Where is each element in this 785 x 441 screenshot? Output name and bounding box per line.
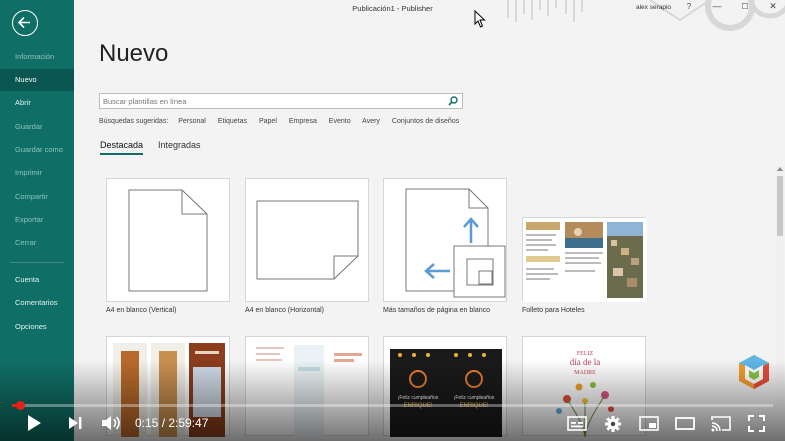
hotel-brochure-thumbnail [523,218,647,302]
sidebar-item-imprimir[interactable]: Imprimir [0,162,74,184]
blank-page-portrait-icon [128,189,208,292]
suggested-link-avery[interactable]: Avery [362,118,380,125]
scroll-up-arrow[interactable] [777,167,783,171]
suggested-label: Búsquedas sugeridas: [99,118,169,125]
suggested-link-papel[interactable]: Papel [259,118,277,125]
template-folleto-hoteles[interactable] [522,217,647,302]
sidebar-item-compartir[interactable]: Compartir [0,186,74,208]
sidebar-item-guardar-como[interactable]: Guardar como [0,139,74,161]
page-sizes-icon [405,188,506,298]
close-button[interactable]: ✕ [766,1,780,12]
sidebar-item-informacion[interactable]: Información [0,46,74,68]
sidebar-item-cuenta[interactable]: Cuenta [0,269,74,291]
suggested-link-empresa[interactable]: Empresa [289,118,317,125]
suggested-link-etiquetas[interactable]: Etiquetas [218,118,247,125]
back-button[interactable] [12,10,38,36]
sidebar-item-abrir[interactable]: Abrir [0,92,74,114]
template-search-box[interactable] [99,93,463,109]
volume-icon[interactable] [101,415,123,431]
sidebar-item-guardar[interactable]: Guardar [0,116,74,138]
sidebar-item-nuevo[interactable]: Nuevo [0,69,74,91]
tab-destacada[interactable]: Destacada [100,140,144,155]
template-a4-vertical[interactable] [106,178,230,302]
search-icon[interactable] [448,96,458,106]
suggested-link-conjuntos[interactable]: Conjuntos de diseños [392,118,459,125]
play-icon[interactable] [26,414,42,432]
theater-mode-icon[interactable] [675,417,695,430]
publisher-window: Información Nuevo Abrir Guardar Guardar … [0,0,785,441]
sidebar-item-comentarios[interactable]: Comentarios [0,292,74,314]
mouse-cursor-icon [474,10,486,28]
subtitles-icon[interactable] [567,416,587,431]
sidebar-divider [10,262,64,263]
template-more-sizes[interactable] [383,178,507,302]
template-caption: Folleto para Hoteles [522,307,585,314]
minimize-button[interactable]: — [710,1,724,11]
maximize-button[interactable]: ☐ [738,2,752,11]
template-a4-horizontal[interactable] [245,178,369,302]
next-video-icon[interactable] [68,416,82,430]
fullscreen-icon[interactable] [748,415,765,432]
playback-time: 0:15 / 2:59:47 [135,416,209,430]
sidebar-item-cerrar[interactable]: Cerrar [0,232,74,254]
suggested-searches: Búsquedas sugeridas: Personal Etiquetas … [99,118,469,125]
sidebar-item-exportar[interactable]: Exportar [0,209,74,231]
search-input[interactable] [103,95,433,107]
sidebar-item-opciones[interactable]: Opciones [0,316,74,338]
settings-gear-icon[interactable] [604,415,622,433]
cast-icon[interactable] [710,415,732,432]
scrollbar-thumb[interactable] [777,176,783,236]
suggested-link-evento[interactable]: Evento [329,118,351,125]
help-button[interactable]: ? [682,2,696,11]
miniplayer-icon[interactable] [639,416,659,431]
video-progress-bar[interactable] [12,401,773,410]
blank-page-landscape-icon [256,200,359,280]
arrow-left-icon [17,16,30,29]
template-caption: A4 en blanco (Horizontal) [245,307,324,314]
tab-integradas[interactable]: Integradas [158,140,201,150]
suggested-link-personal[interactable]: Personal [178,118,206,125]
page-title: Nuevo [99,40,169,67]
account-name[interactable]: alex serapio [636,4,671,11]
template-caption: A4 en blanco (Vertical) [106,307,177,314]
template-caption: Más tamaños de página en blanco [383,307,491,314]
video-scrubber-handle[interactable] [16,401,25,410]
